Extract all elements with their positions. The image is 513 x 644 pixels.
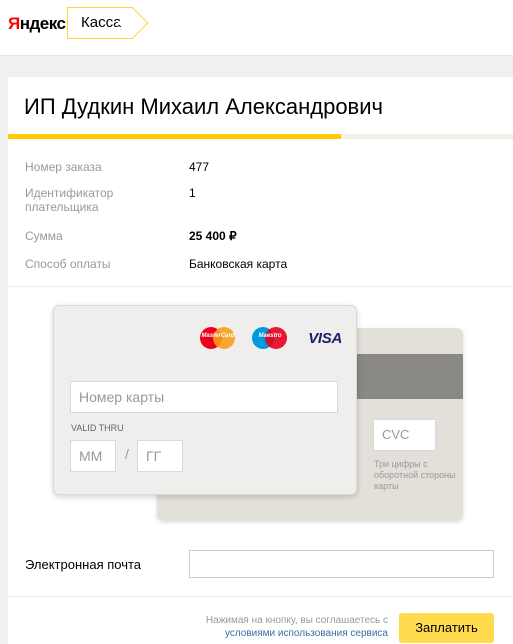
- card-front: MasterCard Maestro VISA Номер карты VALI…: [53, 305, 357, 495]
- terms-link[interactable]: условиями использования сервиса: [225, 628, 388, 639]
- mastercard-icon: MasterCard: [200, 326, 236, 350]
- cvc-hint: Три цифры с оборотной стороны карты: [374, 459, 456, 491]
- info-label: Сумма: [25, 229, 63, 243]
- logo-text: ндекс: [19, 14, 66, 33]
- card-number-input[interactable]: Номер карты: [70, 381, 338, 413]
- merchant-name: ИП Дудкин Михаил Александрович: [24, 94, 383, 119]
- mastercard-label: MasterCard: [201, 333, 235, 339]
- info-value: 477: [189, 160, 210, 174]
- maestro-label: Maestro: [258, 333, 282, 339]
- yandex-logo[interactable]: Яндекс: [8, 14, 66, 34]
- logo-letter: Я: [8, 14, 20, 33]
- expiry-separator: /: [125, 446, 129, 462]
- visa-icon: VISA: [308, 330, 342, 347]
- email-input[interactable]: [189, 550, 494, 578]
- info-value: Банковская карта: [189, 257, 288, 271]
- top-bar: Яндекс Касса: [0, 0, 513, 56]
- pay-button[interactable]: Заплатить: [399, 613, 494, 643]
- maestro-icon: Maestro: [252, 326, 288, 350]
- service-tab-kassa[interactable]: Касса: [67, 7, 134, 39]
- info-label: Идентификатор плательщика: [25, 186, 114, 214]
- order-info: Номер заказа 477 Идентификатор плательщи…: [8, 139, 513, 287]
- card-brands: MasterCard Maestro VISA: [200, 326, 342, 350]
- terms-text: Нажимая на кнопку, вы соглашаетесь с: [205, 615, 388, 626]
- email-label: Электронная почта: [25, 557, 142, 572]
- info-value: 1: [189, 186, 196, 200]
- info-label: Номер заказа: [25, 160, 102, 174]
- footer-divider: [8, 596, 513, 597]
- expiry-month-input[interactable]: ММ: [70, 440, 116, 472]
- cvc-input[interactable]: CVC: [373, 419, 436, 451]
- expiry-year-input[interactable]: ГГ: [137, 440, 183, 472]
- valid-thru-label: VALID THRU: [71, 423, 124, 433]
- payment-panel: ИП Дудкин Михаил Александрович Номер зак…: [8, 77, 513, 644]
- info-value-amount: 25 400 ₽: [189, 229, 237, 243]
- terms-agreement: Нажимая на кнопку, вы соглашаетесь с усл…: [168, 614, 388, 640]
- info-label: Способ оплаты: [25, 257, 111, 271]
